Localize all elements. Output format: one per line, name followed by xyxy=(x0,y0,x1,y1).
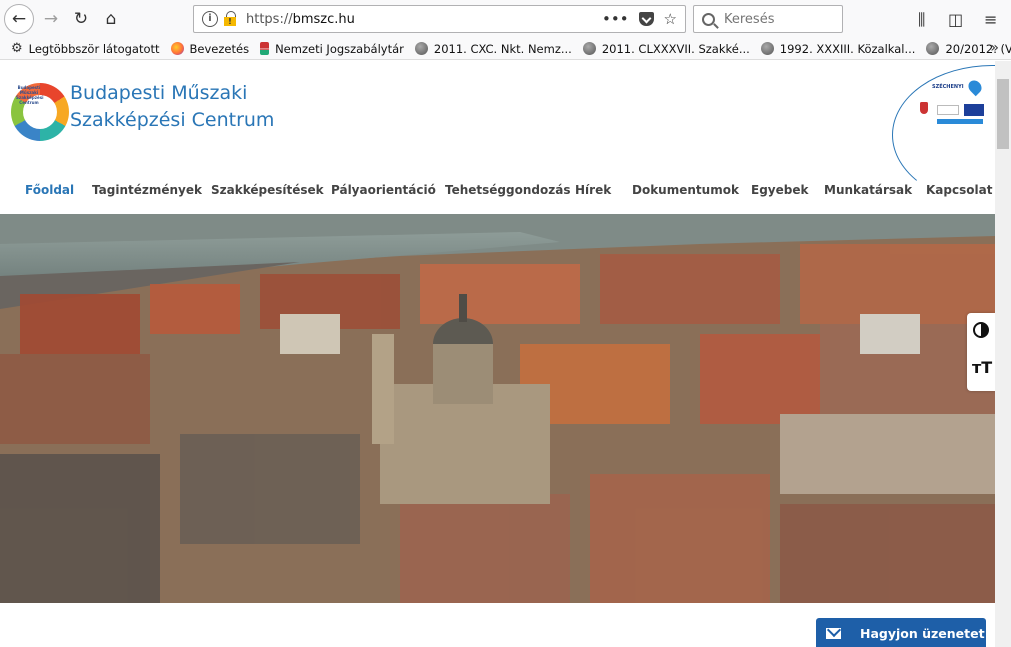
accessibility-tools: тT xyxy=(967,313,995,391)
gear-icon: ⚙ xyxy=(11,41,23,56)
bookmark-star-icon[interactable]: ☆ xyxy=(664,10,677,28)
envelope-icon xyxy=(826,627,841,639)
reload-icon: ↻ xyxy=(73,9,89,29)
hungarian-crest-icon xyxy=(920,102,928,114)
bookmark-item[interactable]: 2011. CLXXXVII. Szakké... xyxy=(582,41,750,56)
bookmark-item[interactable]: ⚙ Legtöbbször látogatott xyxy=(11,42,160,56)
city-aerial-illustration xyxy=(0,214,995,603)
nav-item-munkatarsak[interactable]: Munkatársak xyxy=(824,183,912,197)
site-title-line2: Szakképzési Centrum xyxy=(70,109,275,131)
hero-image xyxy=(0,214,995,603)
globe-icon xyxy=(582,42,596,55)
logo-text: Budapesti Műszaki Szakképzési Centrum xyxy=(16,85,44,105)
szechenyi-banner[interactable]: SZÉCHENYI xyxy=(892,65,995,205)
main-navigation: Főoldal Tagintézmények Szakképesítések P… xyxy=(0,183,995,217)
bookmark-label: Bevezetés xyxy=(189,41,250,56)
url-scheme: https:// xyxy=(246,11,293,27)
bookmarks-toolbar: ⚙ Legtöbbször látogatott Bevezetés Nemze… xyxy=(0,38,1011,60)
page-actions-icon[interactable]: ••• xyxy=(602,10,629,28)
nav-item-tehetseggondozas[interactable]: Tehetséggondozás xyxy=(445,183,570,197)
url-host: bmszc.hu xyxy=(292,11,355,27)
nav-item-szakkepesitesek[interactable]: Szakképesítések xyxy=(211,183,324,197)
bookmark-label: 2011. CLXXXVII. Szakké... xyxy=(601,41,750,56)
arrow-right-icon: → xyxy=(43,9,59,29)
nav-item-palyaorientacio[interactable]: Pályaorientáció xyxy=(331,183,436,197)
reload-button[interactable]: ↻ xyxy=(66,4,96,34)
web-page: Budapesti Műszaki Szakképzési Centrum Bu… xyxy=(0,61,995,647)
nav-item-fooldal[interactable]: Főoldal xyxy=(25,183,74,197)
bookmark-label: 1992. XXXIII. Közalkal... xyxy=(779,41,916,56)
url-bar[interactable]: i https://bmszc.hu ••• ☆ xyxy=(193,5,686,33)
nav-item-dokumentumok[interactable]: Dokumentumok xyxy=(632,183,739,197)
bookmark-item[interactable]: 1992. XXXIII. Közalkal... xyxy=(760,41,916,56)
eu-flag-icon xyxy=(964,104,984,116)
search-icon xyxy=(702,12,715,26)
globe-icon xyxy=(760,42,774,55)
contrast-icon[interactable] xyxy=(973,322,989,338)
site-title-line1: Budapesti Műszaki xyxy=(70,82,248,104)
bookmark-item[interactable]: Nemzeti Jogszabálytár xyxy=(260,42,404,56)
bookmark-label: Nemzeti Jogszabálytár xyxy=(275,41,404,56)
bookmark-label: Legtöbbször látogatott xyxy=(28,41,160,56)
banner-bar xyxy=(937,119,983,124)
forward-button[interactable]: → xyxy=(36,4,66,34)
nav-item-egyebek[interactable]: Egyebek xyxy=(751,183,808,197)
firefox-icon xyxy=(170,42,184,55)
info-icon[interactable]: i xyxy=(202,11,218,27)
home-icon: ⌂ xyxy=(105,9,117,29)
browser-toolbar: ← → ↻ ⌂ i https://bmszc.hu ••• ☆ ⫼ ◫ ≡ xyxy=(0,0,1011,38)
bookmark-item[interactable]: 2011. CXC. Nkt. Nemz... xyxy=(414,41,572,56)
bookmark-label: 20/2012. (VIII. 31.) EMMI xyxy=(945,41,1011,56)
back-button[interactable]: ← xyxy=(4,4,34,34)
leave-message-button[interactable]: Hagyjon üzenetet xyxy=(816,618,986,647)
leave-message-label: Hagyjon üzenetet xyxy=(860,625,985,641)
arrow-left-icon: ← xyxy=(11,9,27,29)
szechenyi-label: SZÉCHENYI xyxy=(932,84,964,90)
banner-text-box xyxy=(937,105,959,115)
scrollbar-thumb[interactable] xyxy=(997,79,1009,149)
library-icon[interactable]: ⫼ xyxy=(918,10,925,30)
pocket-icon[interactable] xyxy=(638,12,654,26)
page-scrollbar[interactable] xyxy=(995,61,1011,647)
nav-item-hirek[interactable]: Hírek xyxy=(575,183,611,197)
insecure-lock-icon[interactable] xyxy=(224,11,238,27)
nav-item-tagintezmenyek[interactable]: Tagintézmények xyxy=(92,183,202,197)
search-bar[interactable] xyxy=(693,5,843,33)
chevron-double-right-icon[interactable]: » xyxy=(990,40,999,56)
sidebar-toggle-icon[interactable]: ◫ xyxy=(948,10,963,29)
font-size-icon[interactable]: тT xyxy=(972,358,992,377)
bookmark-item[interactable]: Bevezetés xyxy=(170,41,250,56)
site-title[interactable]: Budapesti Műszaki Szakképzési Centrum xyxy=(70,80,274,134)
hamburger-menu-icon[interactable]: ≡ xyxy=(984,10,997,29)
globe-icon xyxy=(926,42,940,55)
jogszabaly-icon xyxy=(260,42,270,55)
home-button[interactable]: ⌂ xyxy=(96,4,126,34)
globe-icon xyxy=(414,42,428,55)
search-input[interactable] xyxy=(724,11,834,27)
url-text[interactable]: https://bmszc.hu xyxy=(246,12,355,27)
nav-item-kapcsolat[interactable]: Kapcsolat xyxy=(926,183,992,197)
bookmark-label: 2011. CXC. Nkt. Nemz... xyxy=(433,41,572,56)
